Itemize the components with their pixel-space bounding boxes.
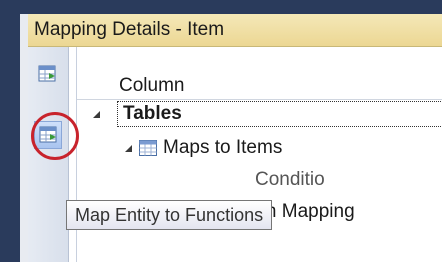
table-icon — [139, 140, 157, 156]
panel-title: Mapping Details - Item — [34, 19, 225, 40]
map-table-icon — [38, 65, 56, 82]
highlight-circle — [31, 112, 79, 160]
window-frame-top — [0, 0, 442, 14]
column-header[interactable]: Column — [77, 69, 442, 100]
tree-row-label: Conditio — [255, 169, 325, 190]
tree-row-maps-to-items[interactable]: Maps to Items — [77, 133, 442, 163]
frame-gutter — [20, 14, 28, 262]
map-table-button[interactable] — [34, 61, 62, 89]
tree-row-label: Maps to Items — [163, 137, 283, 158]
tree-row-tables[interactable]: Tables — [77, 99, 442, 129]
expand-triangle-icon[interactable] — [125, 145, 132, 152]
column-header-label: Column — [119, 75, 185, 96]
tooltip: Map Entity to Functions — [66, 200, 273, 230]
tree-row-label: Tables — [123, 103, 182, 124]
expand-triangle-icon[interactable] — [93, 111, 100, 118]
panel-titlebar: Mapping Details - Item — [28, 14, 442, 47]
tree-row-conditions[interactable]: Conditio — [77, 165, 442, 195]
window-frame-left — [0, 0, 20, 262]
